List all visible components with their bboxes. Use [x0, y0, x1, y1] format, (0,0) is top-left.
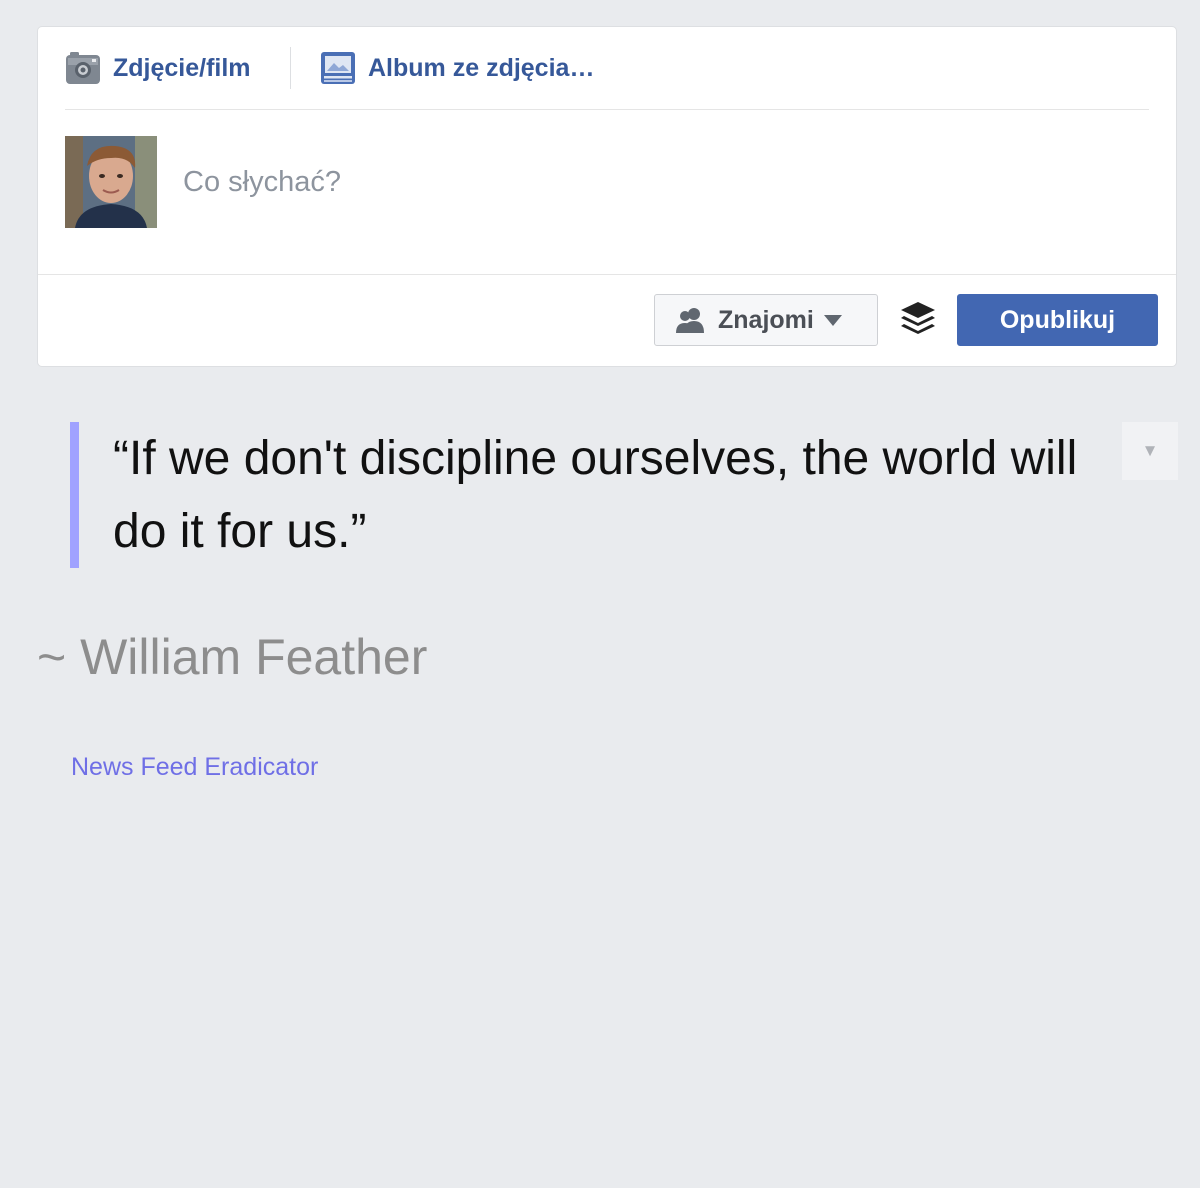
tab-photo-album-label: Album ze zdjęcia…	[368, 53, 595, 82]
audience-label: Znajomi	[718, 305, 814, 334]
tab-photo-video-label: Zdjęcie/film	[113, 53, 251, 82]
buffer-layers-icon[interactable]	[900, 301, 936, 339]
extension-credit-link[interactable]: News Feed Eradicator	[71, 753, 318, 782]
profile-photo	[65, 136, 157, 228]
avatar[interactable]	[65, 136, 157, 228]
quote-author: ~ William Feather	[37, 629, 428, 685]
friends-icon	[676, 308, 704, 333]
chevron-down-icon	[823, 314, 842, 326]
status-input[interactable]	[183, 152, 1083, 212]
publish-button[interactable]: Opublikuj	[957, 294, 1158, 346]
dropdown-arrow-icon: ▼	[1141, 441, 1159, 460]
tab-divider	[290, 47, 291, 89]
tab-photo-video[interactable]: Zdjęcie/film	[65, 47, 251, 89]
quote-text: “If we don't discipline ourselves, the w…	[113, 432, 1078, 558]
post-composer: Zdjęcie/film Album ze zdjęcia… Co słycha…	[37, 26, 1177, 367]
audience-selector[interactable]: Znajomi	[654, 294, 878, 346]
composer-footer: Znajomi Opublikuj	[38, 274, 1176, 366]
quote-menu-button[interactable]: ▼	[1122, 422, 1178, 480]
composer-tabs: Zdjęcie/film Album ze zdjęcia…	[65, 27, 1149, 110]
photo-album-icon	[321, 52, 355, 84]
tab-photo-album[interactable]: Album ze zdjęcia…	[320, 47, 594, 89]
quote-block: “If we don't discipline ourselves, the w…	[70, 422, 1130, 568]
camera-icon	[66, 52, 100, 84]
